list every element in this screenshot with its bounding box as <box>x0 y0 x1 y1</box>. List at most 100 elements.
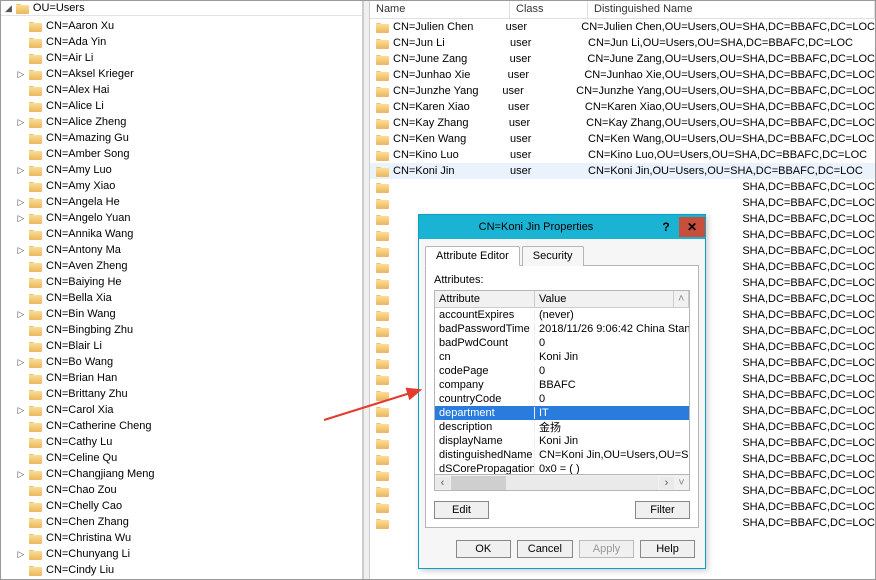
h-scrollbar[interactable]: ‹ › ˅ <box>435 474 689 490</box>
col-attribute[interactable]: Attribute <box>435 291 535 307</box>
expand-icon[interactable]: ▷ <box>17 549 25 560</box>
tree-item[interactable]: ▷CN=Alice Zheng <box>5 114 362 130</box>
list-row[interactable]: CN=Karen XiaouserCN=Karen Xiao,OU=Users,… <box>370 99 875 115</box>
expand-icon[interactable]: ▷ <box>17 197 25 208</box>
attr-value: Koni Jin <box>535 351 689 363</box>
tree-item[interactable]: CN=Aven Zheng <box>5 258 362 274</box>
attribute-row[interactable]: cnKoni Jin <box>435 350 689 364</box>
tree-item[interactable]: ▷CN=Bo Wang <box>5 354 362 370</box>
list-row[interactable]: CN=Kay ZhanguserCN=Kay Zhang,OU=Users,OU… <box>370 115 875 131</box>
tree-item[interactable]: ▷CN=Angela He <box>5 194 362 210</box>
tree-item[interactable]: CN=Amber Song <box>5 146 362 162</box>
tree-item[interactable]: ▷CN=Changjiang Meng <box>5 466 362 482</box>
tree-item[interactable]: ▷CN=Chunyang Li <box>5 546 362 562</box>
attribute-row[interactable]: accountExpires(never) <box>435 308 689 322</box>
close-icon[interactable]: ✕ <box>679 217 705 237</box>
tab-security[interactable]: Security <box>522 246 584 266</box>
attribute-row[interactable]: countryCode0 <box>435 392 689 406</box>
attribute-row[interactable]: companyBBAFC <box>435 378 689 392</box>
list-row[interactable]: CN=Kino LuouserCN=Kino Luo,OU=Users,OU=S… <box>370 147 875 163</box>
tree-item[interactable]: CN=Christina Wu <box>5 530 362 546</box>
list-row[interactable]: CN=Junhao XieuserCN=Junhao Xie,OU=Users,… <box>370 67 875 83</box>
attribute-row[interactable]: codePage0 <box>435 364 689 378</box>
tab-attribute-editor[interactable]: Attribute Editor <box>425 246 520 266</box>
tree-item[interactable]: CN=Chao Zou <box>5 482 362 498</box>
dialog-title: CN=Koni Jin Properties <box>419 221 653 233</box>
attribute-row[interactable]: badPasswordTime2018/11/26 9:06:42 China … <box>435 322 689 336</box>
scroll-up-icon[interactable]: ˄ <box>674 291 689 307</box>
attribute-row[interactable]: badPwdCount0 <box>435 336 689 350</box>
tree-item[interactable]: CN=Alex Hai <box>5 82 362 98</box>
tree-item[interactable]: CN=Cindy Liu <box>5 562 362 576</box>
tree-item[interactable]: ▷CN=Aksel Krieger <box>5 66 362 82</box>
expand-icon[interactable]: ▷ <box>17 245 25 256</box>
header-name[interactable]: Name <box>370 1 510 18</box>
expand-icon[interactable]: ▷ <box>17 69 25 80</box>
expand-icon[interactable]: ▷ <box>17 469 25 480</box>
tree-item[interactable]: CN=Air Li <box>5 50 362 66</box>
cancel-button[interactable]: Cancel <box>517 540 573 558</box>
tree-item[interactable]: CN=Cathy Lu <box>5 434 362 450</box>
splitter[interactable] <box>363 1 370 579</box>
tree-item[interactable]: ▷CN=Bin Wang <box>5 306 362 322</box>
list-row[interactable]: CN=Ken WanguserCN=Ken Wang,OU=Users,OU=S… <box>370 131 875 147</box>
tree-item[interactable]: ▷CN=Angelo Yuan <box>5 210 362 226</box>
expand-icon[interactable]: ▷ <box>17 165 25 176</box>
tree-item[interactable]: CN=Baiying He <box>5 274 362 290</box>
list-row[interactable]: CN=Koni JinuserCN=Koni Jin,OU=Users,OU=S… <box>370 163 875 179</box>
tree-item[interactable]: CN=Chen Zhang <box>5 514 362 530</box>
attribute-row[interactable]: distinguishedNameCN=Koni Jin,OU=Users,OU… <box>435 448 689 462</box>
scroll-left-icon[interactable]: ‹ <box>435 477 450 489</box>
scroll-right-icon[interactable]: › <box>659 477 674 489</box>
tree-item[interactable]: ▷CN=Carol Xia <box>5 402 362 418</box>
header-class[interactable]: Class <box>510 1 588 18</box>
tree-item[interactable]: CN=Blair Li <box>5 338 362 354</box>
tree-item[interactable]: CN=Catherine Cheng <box>5 418 362 434</box>
col-value[interactable]: Value <box>535 291 674 307</box>
list-row[interactable]: CN=Junzhe YanguserCN=Junzhe Yang,OU=User… <box>370 83 875 99</box>
collapse-icon[interactable]: ◢ <box>5 3 12 14</box>
dialog-titlebar[interactable]: CN=Koni Jin Properties ? ✕ <box>419 215 705 239</box>
tree-item[interactable]: ▷CN=Amy Luo <box>5 162 362 178</box>
header-dn[interactable]: Distinguished Name <box>588 1 875 18</box>
tree-item[interactable]: CN=Chelly Cao <box>5 498 362 514</box>
expand-icon[interactable]: ▷ <box>17 405 25 416</box>
attribute-row[interactable]: description金扬 <box>435 420 689 434</box>
tree-item[interactable]: CN=Bingbing Zhu <box>5 322 362 338</box>
tree-item[interactable]: CN=Amazing Gu <box>5 130 362 146</box>
scroll-thumb[interactable] <box>451 476 506 490</box>
help-button[interactable]: Help <box>640 540 695 558</box>
tree-item[interactable]: CN=Brittany Zhu <box>5 386 362 402</box>
folder-icon <box>29 325 42 336</box>
folder-icon <box>376 406 389 417</box>
expand-icon[interactable]: ▷ <box>17 309 25 320</box>
edit-button[interactable]: Edit <box>434 501 489 519</box>
expand-icon[interactable]: ▷ <box>17 357 25 368</box>
list-row[interactable]: CN=Jun LiuserCN=Jun Li,OU=Users,OU=SHA,D… <box>370 35 875 51</box>
tree-item-label: CN=Aven Zheng <box>46 260 127 272</box>
folder-icon <box>29 469 42 480</box>
tree-item[interactable]: CN=Alice Li <box>5 98 362 114</box>
tree-item[interactable]: CN=Brian Han <box>5 370 362 386</box>
tree-root[interactable]: ◢ OU=Users <box>1 1 362 16</box>
tree-item[interactable]: CN=Annika Wang <box>5 226 362 242</box>
list-row[interactable]: CN=Julien ChenuserCN=Julien Chen,OU=User… <box>370 19 875 35</box>
attribute-row[interactable]: displayNameKoni Jin <box>435 434 689 448</box>
tree-item[interactable]: CN=Bella Xia <box>5 290 362 306</box>
tree-item[interactable]: CN=Aaron Xu <box>5 18 362 34</box>
tree-item[interactable]: CN=Celine Qu <box>5 450 362 466</box>
list-row[interactable]: SHA,DC=BBAFC,DC=LOC <box>370 179 875 195</box>
expand-icon[interactable]: ▷ <box>17 213 25 224</box>
expand-icon[interactable]: ▷ <box>17 117 25 128</box>
list-row[interactable]: CN=June ZanguserCN=June Zang,OU=Users,OU… <box>370 51 875 67</box>
attribute-row[interactable]: departmentIT <box>435 406 689 420</box>
tree-item[interactable]: CN=Amy Xiao <box>5 178 362 194</box>
help-icon[interactable]: ? <box>653 217 679 237</box>
ok-button[interactable]: OK <box>456 540 511 558</box>
attribute-row[interactable]: dSCorePropagationD...0x0 = ( ) <box>435 462 689 474</box>
list-row[interactable]: SHA,DC=BBAFC,DC=LOC <box>370 195 875 211</box>
tree-item[interactable]: ▷CN=Antony Ma <box>5 242 362 258</box>
filter-button[interactable]: Filter <box>635 501 690 519</box>
tree-item[interactable]: CN=Ada Yin <box>5 34 362 50</box>
scroll-down-icon[interactable]: ˅ <box>674 477 689 489</box>
